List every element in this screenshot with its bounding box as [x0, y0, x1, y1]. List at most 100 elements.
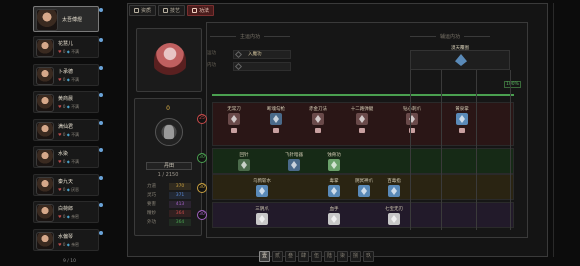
mood-icon: ◆	[66, 76, 70, 82]
mood-icon: ◆	[66, 186, 70, 192]
character-level: 0	[166, 105, 170, 112]
heart-icon: ♥	[58, 159, 62, 164]
member-stat-a: 0	[62, 214, 66, 219]
skill-name: 回针	[239, 153, 249, 158]
character-emblem-icon	[155, 118, 183, 146]
party-member[interactable]: 花慧儿 ♥ 0 ◆ 不满	[33, 36, 103, 58]
skill-slot[interactable]: 十二路弹腿	[340, 106, 384, 136]
skill-icon	[312, 113, 324, 125]
member-status: ♥ 0 ◆ 不满	[58, 77, 79, 83]
skill-name: 钻心刺爪	[403, 107, 421, 112]
member-name: 水染	[58, 151, 69, 157]
member-stat-b: 不满	[71, 104, 80, 109]
skill-icon	[328, 213, 340, 225]
heart-icon: ♥	[58, 214, 62, 219]
member-status: ♥ 0 ◆ 亲密	[58, 242, 79, 248]
skill-slot[interactable]: 三阴爪	[240, 206, 284, 236]
skill-icon	[228, 113, 240, 125]
skill-slot[interactable]: 赤金刀法	[296, 106, 340, 136]
party-member[interactable]: 白荷郎 ♥ 0 ◆ 亲密	[33, 201, 103, 223]
stat-row: 外功 364	[147, 219, 191, 227]
page-button[interactable]: 伍	[311, 251, 322, 262]
inner-slot[interactable]: 内功	[207, 62, 291, 71]
ultimate-slot[interactable]	[410, 50, 510, 70]
progress-fill	[212, 94, 514, 96]
page-button[interactable]: 叁	[285, 251, 296, 262]
stat-label: 灵巧	[147, 193, 156, 198]
page-button[interactable]: 柒	[337, 251, 348, 262]
skill-icon	[288, 159, 300, 171]
avatar	[36, 66, 54, 85]
progress-percent: 100%	[504, 81, 521, 88]
party-member[interactable]: 水偏琴 ♥ 0 ◆ 亲密	[33, 228, 103, 251]
progress-bar	[212, 94, 514, 96]
skill-icon	[328, 185, 340, 197]
member-status: ♥ 0 ◆ 厌恶	[58, 187, 79, 193]
character-exp: 1 / 2150	[157, 172, 179, 178]
tab-0[interactable]: 资质	[129, 5, 157, 16]
member-stat-a: 0	[62, 131, 66, 137]
person-icon	[99, 93, 103, 97]
avatar	[36, 9, 58, 31]
member-stat-a: 0	[62, 104, 66, 109]
party-member[interactable]: 太吾傅煜	[33, 6, 103, 32]
tab-2[interactable]: 功法	[187, 5, 215, 16]
scrollbar[interactable]	[553, 3, 557, 257]
stat-value: 413	[169, 201, 191, 208]
member-stat-b: 不满	[71, 131, 80, 137]
stat-value: 370	[169, 183, 191, 190]
tab-icon	[163, 8, 169, 13]
lock-icon	[231, 128, 237, 133]
page-button[interactable]: 贰	[272, 251, 283, 262]
avatar	[36, 149, 54, 167]
member-name: 秦九天	[58, 178, 74, 185]
person-icon	[99, 8, 103, 12]
skill-slot[interactable]: 黄泉掌	[440, 106, 484, 136]
skill-slot[interactable]: 无常刀	[212, 106, 256, 136]
ultimate-icon	[455, 54, 467, 66]
party-list: 太吾傅煜 花慧儿 ♥ 0 ◆ 不满 卜承德 ♥ 0 ◆ 不满 黄商晨 ♥ 0 ◆ 不满 满仙君…	[33, 3, 103, 265]
skill-icon	[388, 213, 400, 225]
member-status: ♥ 0 ◆ 不满	[58, 104, 79, 110]
stat-label: 精妙	[147, 211, 156, 216]
heart-icon: ♥	[58, 131, 62, 137]
skill-icon	[238, 159, 250, 171]
party-member[interactable]: 水染 ♥ 0 ◆ 不满	[33, 146, 103, 168]
page-button[interactable]: 玖	[363, 251, 374, 262]
member-status: ♥ 0 ◆ 不满	[58, 159, 79, 165]
party-member[interactable]: 秦九天 ♥ 0 ◆ 厌恶	[33, 173, 103, 196]
main-slot[interactable]: 运功 入魔功	[207, 50, 291, 59]
skill-icon	[358, 185, 370, 197]
lock-icon	[359, 128, 365, 133]
mood-icon: ◆	[66, 159, 70, 164]
skill-slot[interactable]: 断魂勾枪	[254, 106, 298, 136]
member-stat-a: 0	[62, 159, 66, 164]
avatar	[36, 94, 54, 112]
tab-label: 技艺	[170, 8, 181, 14]
lock-icon	[459, 128, 465, 133]
inner-slot-label: 内功	[207, 63, 216, 68]
tier-badge: 30	[197, 210, 207, 220]
person-icon	[99, 120, 103, 125]
member-stat-b: 亲密	[71, 241, 80, 247]
skill-slot[interactable]: 钻心刺爪	[390, 106, 434, 136]
skill-slot[interactable]: 血手	[312, 206, 356, 236]
party-member[interactable]: 满仙君 ♥ 0 ◆ 不满	[33, 118, 103, 141]
heart-icon: ♥	[58, 186, 62, 192]
party-member[interactable]: 黄商晨 ♥ 0 ◆ 不满	[33, 91, 103, 113]
page-button[interactable]: 壹	[259, 251, 270, 262]
stat-value: 371	[169, 192, 191, 199]
avatar	[36, 39, 54, 57]
member-stat-b: 不满	[71, 49, 80, 54]
stat-label: 力道	[147, 184, 156, 189]
tab-label: 功法	[199, 8, 210, 14]
member-stat-b: 不满	[71, 159, 80, 164]
party-member[interactable]: 卜承德 ♥ 0 ◆ 不满	[33, 63, 103, 86]
page-button[interactable]: 肆	[298, 251, 309, 262]
page-button[interactable]: 陆	[324, 251, 335, 262]
tab-1[interactable]: 技艺	[158, 5, 186, 16]
mood-icon: ◆	[66, 241, 70, 247]
mood-icon: ◆	[66, 49, 70, 54]
page-button[interactable]: 捌	[350, 251, 361, 262]
member-name: 满仙君	[58, 123, 74, 130]
